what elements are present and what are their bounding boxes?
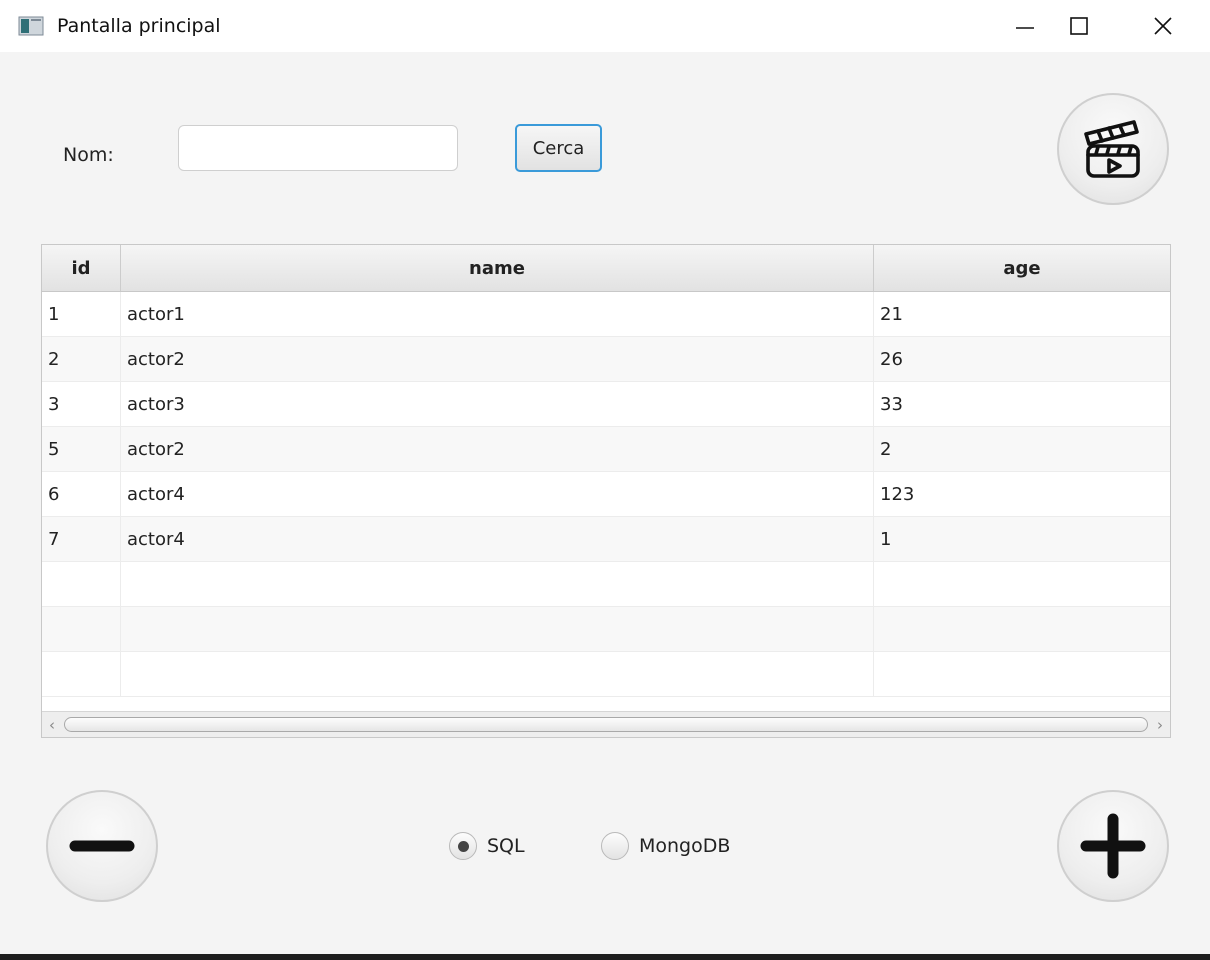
table-cell-id: 7 <box>42 517 121 561</box>
search-button[interactable]: Cerca <box>515 124 602 172</box>
radio-mongodb-circle[interactable] <box>601 832 629 860</box>
window-title: Pantalla principal <box>57 15 221 37</box>
table-row[interactable]: 7 actor4 1 <box>42 517 1170 562</box>
table-row[interactable]: 3 actor3 33 <box>42 382 1170 427</box>
table-cell-age: 26 <box>880 348 903 370</box>
name-search-input[interactable] <box>178 125 458 171</box>
radio-sql[interactable]: SQL <box>449 832 525 860</box>
column-header-age[interactable]: age <box>874 245 1170 291</box>
table-cell-name: actor2 <box>121 337 874 381</box>
table-row[interactable]: 1 actor1 21 <box>42 292 1170 337</box>
scrollbar-thumb[interactable] <box>64 717 1148 732</box>
bottom-edge <box>0 954 1210 960</box>
name-label: Nom: <box>63 144 114 166</box>
table-cell-age <box>874 607 1170 651</box>
table-cell-age: 21 <box>880 303 903 325</box>
radio-sql-circle[interactable] <box>449 832 477 860</box>
table-cell-id: 5 <box>42 427 121 471</box>
maximize-button[interactable] <box>1050 0 1108 52</box>
table-row[interactable]: 5 actor2 2 <box>42 427 1170 472</box>
title-bar: Pantalla principal <box>0 0 1210 52</box>
table-cell-age <box>874 652 1170 696</box>
minus-icon <box>69 840 135 852</box>
radio-selected-dot <box>457 840 469 852</box>
table-cell-age: 2 <box>880 438 892 460</box>
radio-mongodb-label[interactable]: MongoDB <box>639 835 730 857</box>
table-row[interactable]: 2 actor2 26 <box>42 337 1170 382</box>
actors-table[interactable]: id name age 1 actor1 21 2 actor2 26 3 actor3 33 5… <box>41 244 1171 738</box>
table-cell-id <box>42 652 121 696</box>
table-cell-age <box>874 562 1170 606</box>
scroll-right-arrow-icon[interactable]: › <box>1150 712 1170 737</box>
table-row[interactable] <box>42 562 1170 607</box>
maximize-icon <box>1070 17 1088 35</box>
plus-icon <box>1080 813 1146 879</box>
table-cell-id <box>42 562 121 606</box>
radio-mongodb[interactable]: MongoDB <box>601 832 730 860</box>
remove-button[interactable] <box>46 790 158 902</box>
minimize-button[interactable] <box>996 0 1054 52</box>
table-body: 1 actor1 21 2 actor2 26 3 actor3 33 5 actor2 2 6 acto… <box>42 292 1170 697</box>
table-cell-id: 3 <box>42 382 121 426</box>
minimize-icon <box>1016 27 1034 29</box>
table-cell-name <box>121 607 874 651</box>
table-row[interactable] <box>42 652 1170 697</box>
app-icon <box>18 16 44 36</box>
main-window: Pantalla principal Nom: Cerca id name ag… <box>0 0 1210 960</box>
table-cell-age: 123 <box>880 483 915 505</box>
table-cell-name: actor1 <box>121 292 874 336</box>
table-header: id name age <box>42 245 1170 292</box>
table-cell-name <box>121 562 874 606</box>
add-button[interactable] <box>1057 790 1169 902</box>
table-cell-age: 33 <box>880 393 903 415</box>
table-row[interactable]: 6 actor4 123 <box>42 472 1170 517</box>
table-cell-name <box>121 652 874 696</box>
close-button[interactable] <box>1134 0 1192 52</box>
scroll-left-arrow-icon[interactable]: ‹ <box>42 712 62 737</box>
table-cell-name: actor2 <box>121 427 874 471</box>
column-header-id[interactable]: id <box>42 245 121 291</box>
table-cell-id <box>42 607 121 651</box>
radio-sql-label[interactable]: SQL <box>487 835 525 857</box>
table-cell-id: 1 <box>42 292 121 336</box>
table-row[interactable] <box>42 607 1170 652</box>
table-cell-id: 2 <box>42 337 121 381</box>
horizontal-scrollbar[interactable]: ‹ › <box>42 711 1170 737</box>
table-cell-age: 1 <box>880 528 892 550</box>
table-cell-name: actor3 <box>121 382 874 426</box>
table-cell-id: 6 <box>42 472 121 516</box>
table-cell-name: actor4 <box>121 517 874 561</box>
close-icon <box>1154 17 1172 35</box>
column-header-name[interactable]: name <box>121 245 874 291</box>
films-button[interactable] <box>1057 93 1169 205</box>
table-cell-name: actor4 <box>121 472 874 516</box>
film-clapperboard-icon <box>1084 120 1140 178</box>
